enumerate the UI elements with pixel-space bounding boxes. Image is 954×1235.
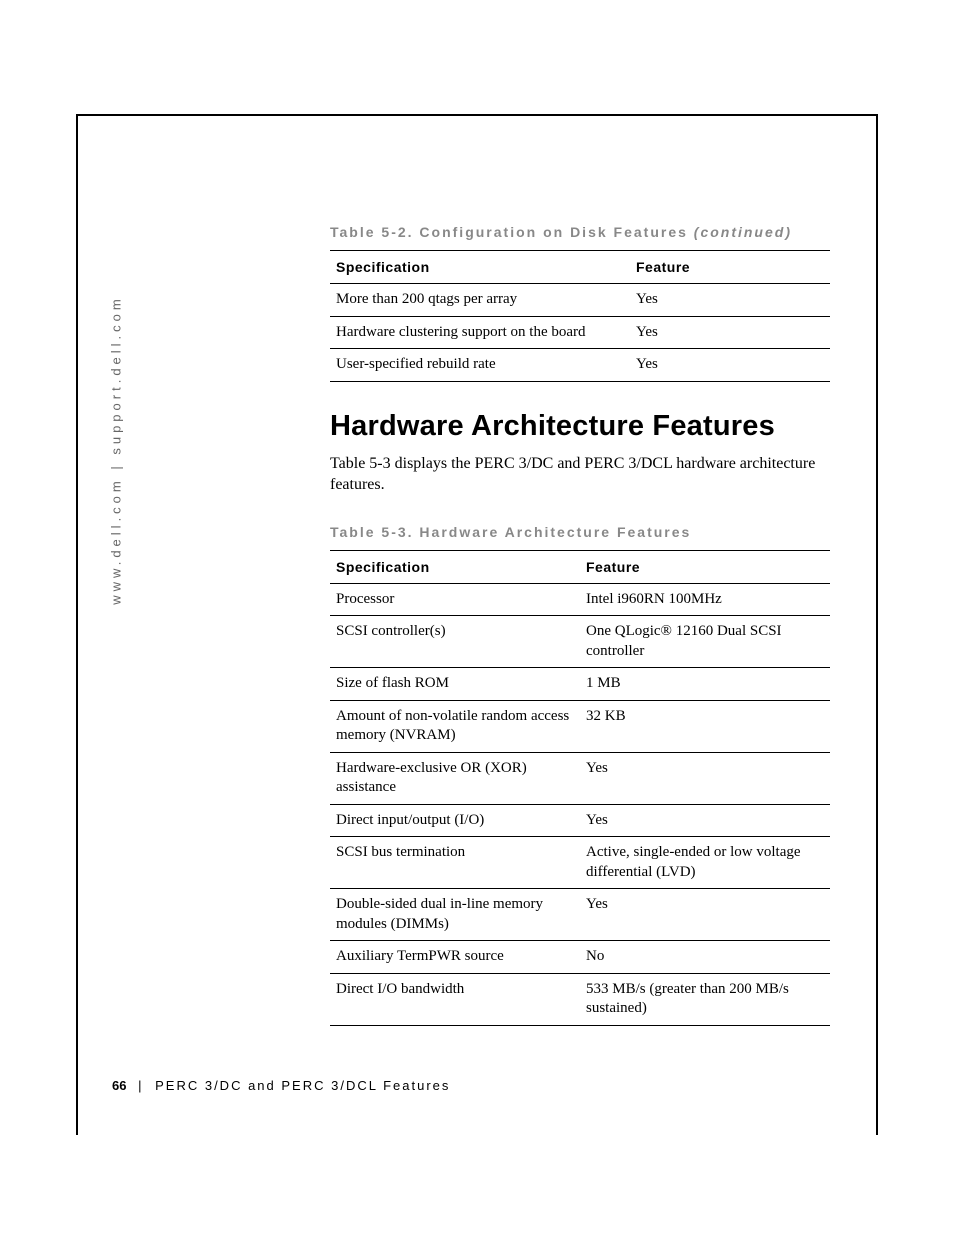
table-row: User-specified rebuild rate Yes — [330, 349, 830, 382]
footer-separator: | — [138, 1078, 143, 1093]
cell-spec: SCSI controller(s) — [330, 616, 580, 668]
cell-feat: Yes — [630, 349, 830, 382]
cell-feat: 32 KB — [580, 700, 830, 752]
table-row: More than 200 qtags per array Yes — [330, 284, 830, 317]
table-row: Direct input/output (I/O) Yes — [330, 804, 830, 837]
cell-spec: SCSI bus termination — [330, 837, 580, 889]
section-heading: Hardware Architecture Features — [330, 410, 830, 443]
cell-feat: One QLogic® 12160 Dual SCSI controller — [580, 616, 830, 668]
cell-spec: Auxiliary TermPWR source — [330, 941, 580, 974]
table-row: Direct I/O bandwidth 533 MB/s (greater t… — [330, 973, 830, 1025]
col-feature: Feature — [580, 550, 830, 583]
table-header-row: Specification Feature — [330, 550, 830, 583]
cell-spec: Size of flash ROM — [330, 668, 580, 701]
side-url: www.dell.com | support.dell.com — [109, 295, 124, 604]
cell-spec: Processor — [330, 583, 580, 616]
cell-feat: Yes — [630, 284, 830, 317]
cell-spec: Direct I/O bandwidth — [330, 973, 580, 1025]
col-specification: Specification — [330, 251, 630, 284]
cell-feat: Yes — [580, 889, 830, 941]
cell-feat: Intel i960RN 100MHz — [580, 583, 830, 616]
cell-feat: No — [580, 941, 830, 974]
table-row: Hardware-exclusive OR (XOR) assistance Y… — [330, 752, 830, 804]
cell-spec: User-specified rebuild rate — [330, 349, 630, 382]
table-row: Double-sided dual in-line memory modules… — [330, 889, 830, 941]
table-5-3: Specification Feature Processor Intel i9… — [330, 550, 830, 1026]
cell-spec: More than 200 qtags per array — [330, 284, 630, 317]
cell-spec: Hardware clustering support on the board — [330, 316, 630, 349]
cell-spec: Hardware-exclusive OR (XOR) assistance — [330, 752, 580, 804]
table-5-2-caption: Table 5-2. Configuration on Disk Feature… — [330, 224, 830, 240]
col-specification: Specification — [330, 550, 580, 583]
table-row: Processor Intel i960RN 100MHz — [330, 583, 830, 616]
section-body: Table 5-3 displays the PERC 3/DC and PER… — [330, 453, 830, 496]
caption-text: Table 5-2. Configuration on Disk Feature… — [330, 224, 694, 240]
table-row: SCSI controller(s) One QLogic® 12160 Dua… — [330, 616, 830, 668]
table-row: SCSI bus termination Active, single-ende… — [330, 837, 830, 889]
cell-feat: Yes — [580, 804, 830, 837]
page-footer: 66 | PERC 3/DC and PERC 3/DCL Features — [112, 1078, 450, 1093]
cell-spec: Amount of non-volatile random access mem… — [330, 700, 580, 752]
table-row: Size of flash ROM 1 MB — [330, 668, 830, 701]
caption-continued: (continued) — [694, 224, 792, 240]
table-5-3-caption: Table 5-3. Hardware Architecture Feature… — [330, 524, 830, 540]
col-feature: Feature — [630, 251, 830, 284]
cell-spec: Double-sided dual in-line memory modules… — [330, 889, 580, 941]
cell-feat: Active, single-ended or low voltage diff… — [580, 837, 830, 889]
cell-feat: 1 MB — [580, 668, 830, 701]
table-5-2: Specification Feature More than 200 qtag… — [330, 250, 830, 382]
table-row: Hardware clustering support on the board… — [330, 316, 830, 349]
page-number: 66 — [112, 1078, 126, 1093]
cell-feat: Yes — [580, 752, 830, 804]
table-row: Auxiliary TermPWR source No — [330, 941, 830, 974]
page-content: Table 5-2. Configuration on Disk Feature… — [330, 224, 830, 1054]
table-row: Amount of non-volatile random access mem… — [330, 700, 830, 752]
cell-spec: Direct input/output (I/O) — [330, 804, 580, 837]
cell-feat: Yes — [630, 316, 830, 349]
cell-feat: 533 MB/s (greater than 200 MB/s sustaine… — [580, 973, 830, 1025]
table-header-row: Specification Feature — [330, 251, 830, 284]
footer-title: PERC 3/DC and PERC 3/DCL Features — [155, 1078, 450, 1093]
